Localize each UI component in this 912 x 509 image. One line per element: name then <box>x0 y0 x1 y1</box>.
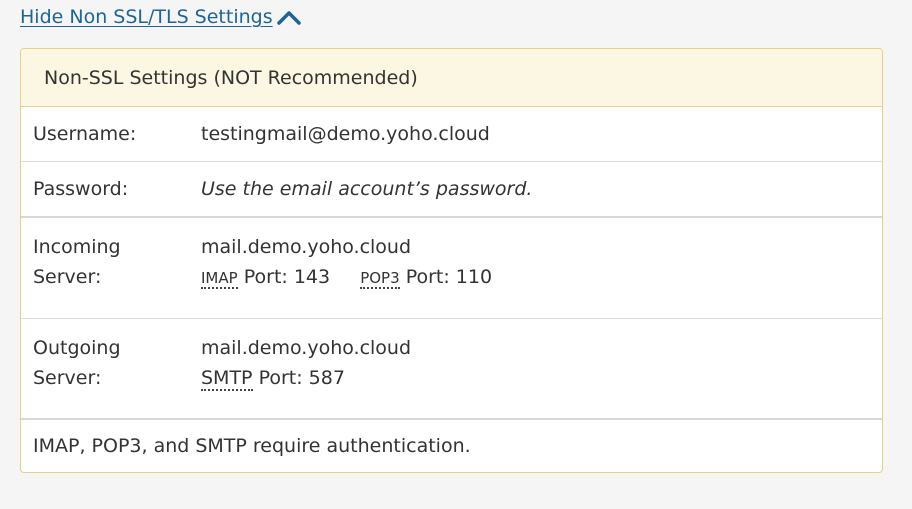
non-ssl-settings-panel: Non-SSL Settings (NOT Recommended) Usern… <box>20 48 883 473</box>
incoming-label-line2: Server: <box>33 266 102 288</box>
outgoing-server-value: mail.demo.yoho.cloud SMTP Port: 587 <box>201 333 411 418</box>
pop3-abbr[interactable]: POP3 <box>360 269 400 289</box>
authentication-note: IMAP, POP3, and SMTP require authenticat… <box>33 435 471 457</box>
incoming-host: mail.demo.yoho.cloud <box>201 236 412 258</box>
outgoing-label-line2: Server: <box>33 367 102 389</box>
panel-title: Non-SSL Settings (NOT Recommended) <box>21 49 882 107</box>
outgoing-label-line1: Outgoing <box>33 337 121 359</box>
password-label: Password: <box>33 178 129 200</box>
incoming-ports: IMAP Port: 143 POP3 Port: 110 <box>201 262 492 292</box>
username-value: testingmail@demo.yoho.cloud <box>201 123 490 145</box>
smtp-abbr[interactable]: SMTP <box>201 367 253 391</box>
outgoing-server-row: Outgoing Server: mail.demo.yoho.cloud SM… <box>21 319 882 420</box>
incoming-server-label: Incoming Server: <box>21 232 201 318</box>
smtp-port: Port: 587 <box>258 367 345 389</box>
outgoing-host: mail.demo.yoho.cloud <box>201 337 412 359</box>
incoming-server-row: Incoming Server: mail.demo.yoho.cloud IM… <box>21 218 882 319</box>
password-value: Use the email account’s password. <box>201 178 533 200</box>
username-row: Username: testingmail@demo.yoho.cloud <box>21 107 882 162</box>
incoming-server-value: mail.demo.yoho.cloud IMAP Port: 143 POP3… <box>201 232 492 318</box>
hide-non-ssl-settings-link[interactable]: Hide Non SSL/TLS Settings <box>20 6 302 28</box>
incoming-label-line1: Incoming <box>33 236 121 258</box>
pop3-port: Port: 110 <box>405 266 493 288</box>
imap-abbr[interactable]: IMAP <box>201 269 238 289</box>
outgoing-server-label: Outgoing Server: <box>21 333 201 418</box>
imap-port: Port: 143 <box>243 266 331 288</box>
username-label: Username: <box>33 123 137 145</box>
hide-non-ssl-settings-label[interactable]: Hide Non SSL/TLS Settings <box>20 6 273 28</box>
chevron-up-icon[interactable] <box>276 8 302 26</box>
password-row: Password: Use the email account’s passwo… <box>21 162 882 218</box>
outgoing-ports: SMTP Port: 587 <box>201 363 411 393</box>
